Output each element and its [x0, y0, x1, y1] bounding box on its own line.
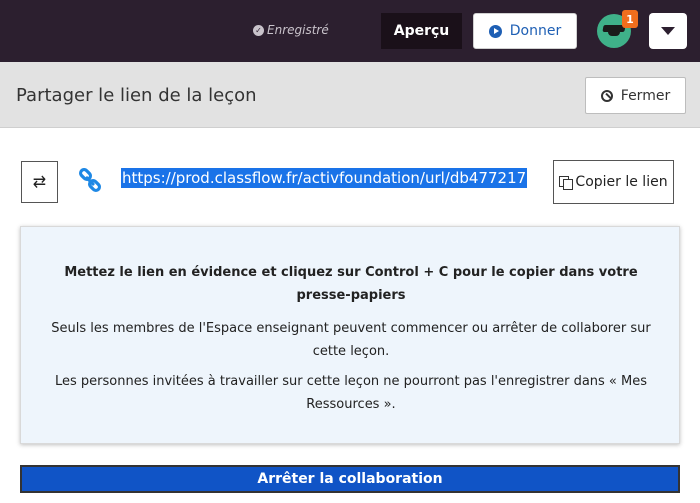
copy-link-label: Copier le lien — [575, 174, 668, 190]
give-button-label: Donner — [509, 23, 562, 39]
notification-badge[interactable]: 1 — [622, 10, 638, 28]
caret-down-icon — [661, 27, 675, 35]
give-button[interactable]: Donner — [473, 13, 577, 49]
top-bar: ✓ Enregistré Aperçu Donner 1 — [0, 0, 700, 62]
copy-instruction: Mettez le lien en évidence et cliquez su… — [64, 265, 638, 303]
preview-button[interactable]: Aperçu — [381, 13, 462, 49]
page-title: Partager le lien de la leçon — [16, 85, 257, 106]
close-button[interactable]: Fermer — [585, 77, 686, 114]
saved-status-label: Enregistré — [267, 23, 329, 37]
stop-collaboration-button[interactable]: Arrêter la collaboration — [20, 465, 680, 493]
graduation-cap-base — [608, 30, 620, 36]
members-note: Seuls les membres de l'Espace enseignant… — [51, 321, 651, 359]
check-circle-icon: ✓ — [253, 24, 264, 36]
swap-arrows-icon: ⇄ — [32, 174, 47, 191]
swap-link-button[interactable]: ⇄ — [21, 161, 58, 203]
ban-icon — [600, 89, 613, 102]
guests-note: Les personnes invitées à travailler sur … — [54, 374, 647, 412]
copy-link-button[interactable]: Copier le lien — [553, 160, 674, 204]
account-menu-button[interactable] — [649, 13, 687, 49]
saved-status: ✓ Enregistré — [253, 23, 329, 37]
play-circle-icon — [488, 24, 502, 38]
share-url[interactable]: https://prod.classflow.fr/activfoundatio… — [121, 168, 528, 188]
link-icon — [78, 168, 102, 193]
copy-icon — [559, 175, 574, 190]
dialog-header: Partager le lien de la leçon Fermer — [0, 62, 700, 128]
info-panel: Mettez le lien en évidence et cliquez su… — [20, 226, 680, 444]
close-button-label: Fermer — [620, 87, 671, 104]
